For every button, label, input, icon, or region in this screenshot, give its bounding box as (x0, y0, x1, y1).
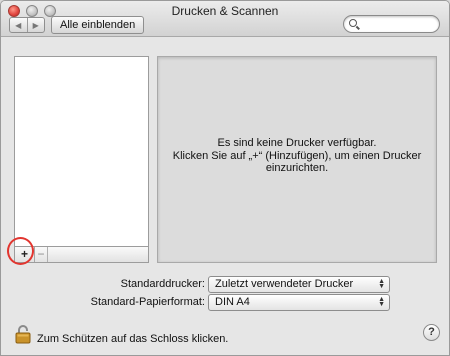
popup-arrows-icon: ▲ ▼ (378, 296, 385, 308)
default-paper-value: DIN A4 (215, 296, 250, 308)
default-printer-row: Standarddrucker: Zuletzt verwendeter Dru… (1, 276, 449, 294)
back-button[interactable]: ◀ (10, 18, 27, 32)
default-printer-value: Zuletzt verwendeter Drucker (215, 278, 354, 290)
lock-instruction-text: Zum Schützen auf das Schloss klicken. (37, 333, 229, 345)
remove-printer-button[interactable]: − (35, 247, 47, 262)
chevron-left-icon: ◀ (15, 20, 22, 30)
no-printers-line-3: einzurichten. (265, 162, 329, 174)
title-bar: Drucken & Scannen ◀ ▶ Alle einblenden (1, 1, 449, 37)
no-printers-line-1: Es sind keine Drucker verfügbar. (217, 137, 377, 149)
default-paper-popup[interactable]: DIN A4 ▲ ▼ (208, 294, 390, 311)
show-all-button[interactable]: Alle einblenden (51, 16, 145, 34)
help-button[interactable]: ? (423, 324, 440, 341)
no-printers-message: Es sind keine Drucker verfügbar. Klicken… (158, 137, 436, 175)
search-field[interactable] (343, 15, 440, 33)
default-paper-label: Standard-Papierformat: (90, 296, 205, 308)
back-forward-group: ◀ ▶ (9, 17, 45, 33)
add-button-highlight-ring (7, 237, 34, 265)
forward-button[interactable]: ▶ (26, 18, 45, 32)
printer-info-panel: Es sind keine Drucker verfügbar. Klicken… (157, 56, 437, 263)
printer-list[interactable] (14, 56, 149, 247)
preferences-window: Drucken & Scannen ◀ ▶ Alle einblenden + … (0, 0, 450, 356)
default-printer-popup[interactable]: Zuletzt verwendeter Drucker ▲ ▼ (208, 276, 390, 293)
toolbar-divider (47, 247, 48, 262)
no-printers-line-2: Klicken Sie auf „+“ (Hinzufügen), um ein… (172, 149, 422, 162)
chevron-right-icon: ▶ (32, 20, 39, 30)
default-paper-row: Standard-Papierformat: DIN A4 ▲ ▼ (1, 294, 449, 312)
popup-arrows-icon: ▲ ▼ (378, 278, 385, 290)
lock-icon[interactable] (15, 324, 31, 344)
default-printer-label: Standarddrucker: (120, 278, 205, 290)
printer-list-toolbar: + − (14, 246, 149, 263)
search-icon (349, 19, 357, 27)
